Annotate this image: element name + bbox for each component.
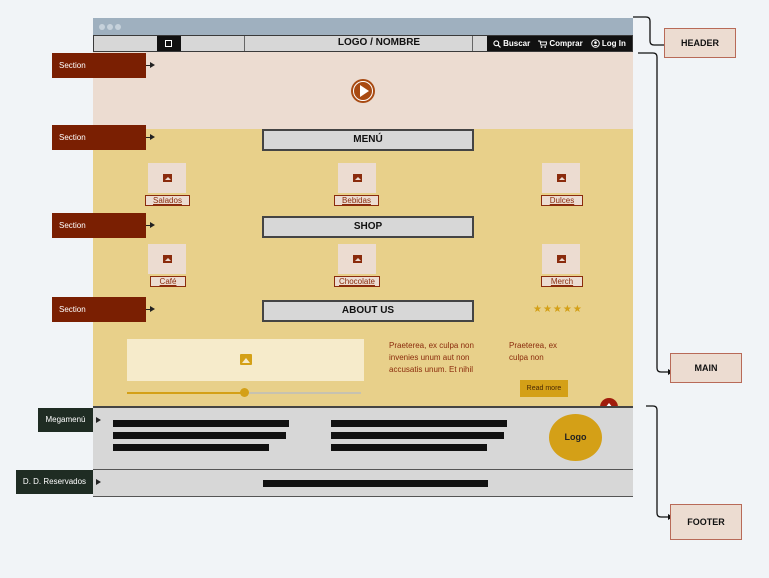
header-connector (633, 16, 664, 46)
footer-link-line[interactable] (113, 420, 289, 427)
carousel-slider[interactable] (127, 388, 361, 397)
megamenu-label: Megamenú (38, 408, 93, 432)
menu-title: MENÚ (262, 129, 474, 151)
main-section: MENÚ Salados Bebidas Dulces SHOP Café Ch… (93, 129, 633, 416)
shop-item-merch[interactable]: Merch (541, 276, 583, 287)
footer-link-line[interactable] (113, 444, 269, 451)
read-more-button[interactable]: Read more (520, 380, 568, 397)
footer-link-line[interactable] (331, 420, 507, 427)
image-placeholder-icon[interactable] (338, 244, 376, 274)
search-button[interactable]: Buscar (493, 39, 530, 48)
section-label-hero: Section (52, 53, 146, 78)
arrow-head (96, 479, 101, 485)
arrow-head (150, 222, 155, 228)
image-placeholder-icon[interactable] (542, 244, 580, 274)
footer-connector (646, 405, 668, 518)
logo-name[interactable]: LOGO / NOMBRE (244, 37, 514, 48)
image-icon (240, 354, 252, 365)
cart-icon (538, 40, 548, 48)
about-title: ABOUT US (262, 300, 474, 322)
zone-main-label: MAIN (670, 353, 742, 383)
section-label-shop: Section (52, 213, 146, 238)
footer-logo[interactable]: Logo (549, 414, 602, 461)
zone-header-label: HEADER (664, 28, 736, 58)
login-button[interactable]: Log In (591, 39, 626, 48)
play-icon[interactable] (351, 79, 375, 103)
footer-link-line[interactable] (331, 444, 487, 451)
section-label-about: Section (52, 297, 146, 322)
arrow-head (150, 134, 155, 140)
arrow-head (150, 306, 155, 312)
user-icon (591, 39, 600, 48)
star-rating-icon: ★★★★★ (533, 304, 583, 315)
window-dot (107, 24, 113, 30)
search-label: Buscar (503, 39, 531, 48)
megamenu-footer: Logo (93, 406, 633, 470)
search-icon (493, 39, 502, 48)
slider-knob[interactable] (240, 388, 249, 397)
image-placeholder-icon[interactable] (148, 244, 186, 274)
zone-footer-label: FOOTER (670, 504, 742, 540)
about-text-1: Praeterea, ex culpa non invenies unum au… (389, 341, 474, 374)
arrow-head (150, 62, 155, 68)
main-connector (638, 52, 668, 373)
footer-link-line[interactable] (113, 432, 286, 439)
hero-section (93, 52, 633, 129)
login-label: Log In (601, 39, 626, 48)
about-text-2: Praeterea, ex culpa non (509, 341, 558, 362)
reserved-rights-bar (93, 470, 633, 497)
footer-link-line[interactable] (331, 432, 504, 439)
menu-item-bebidas[interactable]: Bebidas (334, 195, 379, 206)
shop-item-chocolate[interactable]: Chocolate (334, 276, 380, 287)
about-image-placeholder (127, 339, 364, 381)
arrow-head (96, 417, 101, 423)
nav-actions: Buscar Comprar Log In (487, 36, 632, 51)
menu-item-salados[interactable]: Salados (145, 195, 190, 206)
browser-chrome (93, 18, 633, 35)
header-navbar: LOGO / NOMBRE Buscar Comprar Log In (93, 35, 633, 52)
reserved-label: D. D. Reservados (16, 470, 93, 494)
image-placeholder-icon[interactable] (542, 163, 580, 193)
section-label-menu: Section (52, 125, 146, 150)
shop-item-cafe[interactable]: Café (150, 276, 186, 287)
window-dot (115, 24, 121, 30)
window-dot (99, 24, 105, 30)
shop-title: SHOP (262, 216, 474, 238)
copyright-line (263, 480, 488, 487)
menu-icon[interactable] (157, 36, 181, 51)
buy-button[interactable]: Comprar (538, 39, 583, 48)
image-placeholder-icon[interactable] (338, 163, 376, 193)
menu-item-dulces[interactable]: Dulces (541, 195, 583, 206)
image-placeholder-icon[interactable] (148, 163, 186, 193)
slider-fill (127, 392, 244, 394)
buy-label: Comprar (549, 39, 583, 48)
